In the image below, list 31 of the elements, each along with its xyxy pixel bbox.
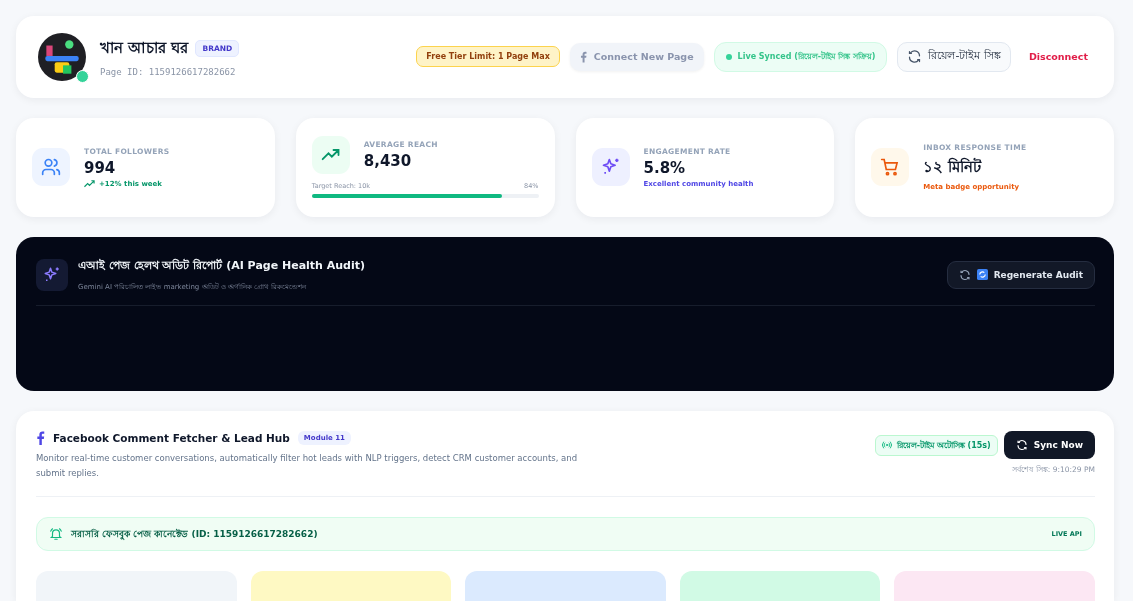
disconnect-button[interactable]: Disconnect — [1020, 51, 1088, 63]
sparkle-icon — [591, 148, 630, 187]
realtime-sync-button[interactable]: রিয়েল-টাইম সিঙ্ক — [897, 41, 1011, 72]
page-name: খান আচার ঘর — [100, 38, 189, 60]
users-icon — [32, 148, 70, 187]
trend-up-icon — [311, 136, 350, 175]
trend-up-icon — [84, 179, 95, 188]
stat-value: 8,430 — [363, 152, 413, 171]
stat-value: 5.8% — [643, 158, 687, 177]
refresh-icon — [958, 268, 971, 281]
refresh-icon — [1015, 439, 1028, 452]
bell-icon — [49, 527, 63, 541]
broadcast-icon — [881, 441, 892, 450]
sparkle-icon — [36, 258, 68, 291]
autosync-badge: রিয়েল-টাইম অটোসিঙ্ক (15s) — [874, 434, 998, 456]
audit-title: এআই পেজ হেলথ অডিট রিপোর্ট (AI Page Health Audit) — [78, 257, 366, 274]
stat-value: ১২ মিনিট — [923, 156, 983, 179]
cart-icon — [871, 148, 910, 187]
refresh-icon — [907, 49, 923, 65]
regenerate-audit-button[interactable]: Regenerate Audit — [946, 260, 1095, 289]
facebook-icon — [36, 431, 45, 446]
sync-now-button[interactable]: Sync Now — [1003, 431, 1095, 460]
stat-value: 994 — [84, 158, 117, 177]
page-id: Page ID: 1159126617282662 — [100, 67, 237, 78]
tier-limit-badge: Free Tier Limit: 1 Page Max — [416, 46, 560, 68]
module-description: Monitor real-time customer conversations, automatically filter hot leads with NLP triggers, detect CRM customer accounts, and submit replies. — [36, 452, 579, 480]
facebook-icon — [579, 50, 587, 63]
live-synced-badge: Live Synced (রিয়েল-টাইম সিঙ্ক সক্রিয়) — [713, 41, 888, 72]
refresh-icon — [976, 269, 988, 281]
module-title: Facebook Comment Fetcher & Lead Hub — [53, 432, 290, 445]
connection-status: সরাসরি ফেসবুক পেজ কানেক্টেড (ID: 1159126617282662) — [71, 527, 318, 542]
